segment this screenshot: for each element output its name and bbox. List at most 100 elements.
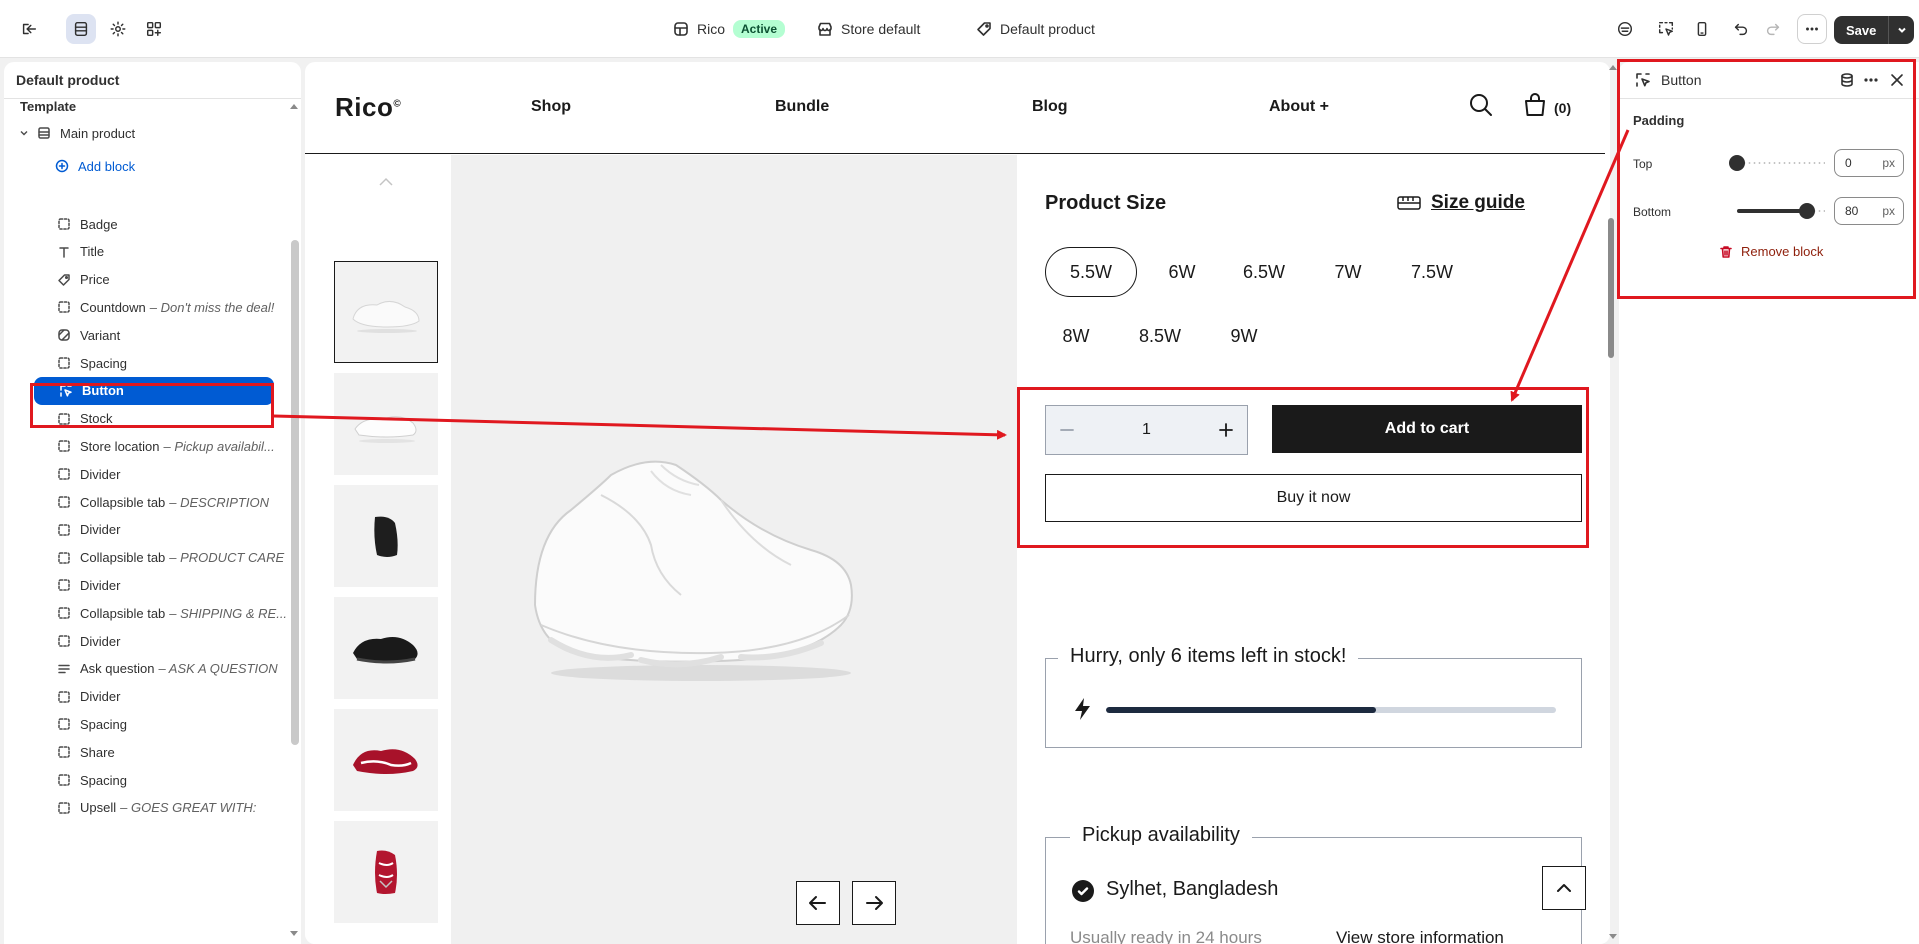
sidebar-item-spacing[interactable]: Spacing xyxy=(4,766,286,794)
sidebar-item-spacing[interactable]: Spacing xyxy=(4,710,286,738)
template-selector[interactable]: Default product xyxy=(976,0,1095,58)
sidebar-item-subtitle: – GOES GREAT WITH: xyxy=(120,800,257,816)
check-circle-icon xyxy=(1072,880,1094,902)
next-image-button[interactable] xyxy=(852,881,896,925)
sidebar-item-label: Divider xyxy=(80,577,121,593)
sidebar-group-main-product[interactable]: Main product xyxy=(4,119,286,147)
sidebar-item-label: Spacing xyxy=(80,716,127,732)
annotation-box-settings-panel xyxy=(1617,59,1916,299)
size-option[interactable]: 9W xyxy=(1213,311,1275,361)
mobile-icon[interactable] xyxy=(1687,14,1717,44)
sidebar-item-share[interactable]: Share xyxy=(4,738,286,766)
thumbnail-2[interactable] xyxy=(334,373,438,475)
sidebar-item-divider[interactable]: Divider xyxy=(4,683,286,711)
prev-image-button[interactable] xyxy=(796,881,840,925)
dashed-square-icon xyxy=(56,494,72,510)
product-main-image[interactable] xyxy=(451,155,1017,944)
search-icon[interactable] xyxy=(1468,92,1494,121)
size-guide-link[interactable]: Size guide xyxy=(1397,192,1525,214)
nav-blog[interactable]: Blog xyxy=(1032,98,1068,116)
size-option[interactable]: 7.5W xyxy=(1391,247,1473,297)
chevron-up-icon xyxy=(1557,884,1571,892)
sidebar-item-subtitle: – PRODUCT CARE xyxy=(169,550,285,566)
dashed-square-icon xyxy=(56,772,72,788)
dashed-square-icon xyxy=(56,744,72,760)
sidebar-item-badge[interactable]: Badge xyxy=(4,210,286,238)
chevron-up-icon[interactable] xyxy=(378,175,394,186)
sidebar-item-subtitle: – Pickup availabil... xyxy=(163,438,275,454)
thumbnail-1[interactable] xyxy=(334,261,438,363)
select-cursor-icon[interactable] xyxy=(1651,14,1681,44)
layout-icon xyxy=(674,22,688,36)
sidebar-item-divider[interactable]: Divider xyxy=(4,627,286,655)
theme-name: Rico xyxy=(697,21,726,37)
sidebar-item-collapsible-tab[interactable]: Collapsible tab – DESCRIPTION xyxy=(4,488,286,516)
size-option[interactable]: 8.5W xyxy=(1119,311,1201,361)
sidebar-title: Default product xyxy=(16,72,120,88)
store-header: Rico© Shop Bundle Blog About + (0) xyxy=(305,62,1605,154)
cart-count: (0) xyxy=(1554,100,1572,116)
size-option[interactable]: 6.5W xyxy=(1223,247,1305,297)
white-sneaker-image xyxy=(352,301,420,333)
sidebar-item-collapsible-tab[interactable]: Collapsible tab – SHIPPING & RE... xyxy=(4,599,286,627)
preview-scrollbar[interactable] xyxy=(1608,218,1614,358)
preview-scroll-down-icon[interactable] xyxy=(1608,932,1618,942)
save-button[interactable]: Save xyxy=(1834,16,1889,44)
nav-about[interactable]: About + xyxy=(1269,98,1329,116)
scroll-up-icon[interactable] xyxy=(289,102,299,110)
more-icon[interactable] xyxy=(1797,14,1827,44)
thumbnail-5[interactable] xyxy=(334,709,438,811)
dashed-square-icon xyxy=(56,355,72,371)
sidebar-item-price[interactable]: Price xyxy=(4,266,286,294)
sidebar-item-divider[interactable]: Divider xyxy=(4,516,286,544)
sidebar-item-store-location[interactable]: Store location – Pickup availabil... xyxy=(4,432,286,460)
back-to-top-button[interactable] xyxy=(1542,866,1586,910)
sidebar-item-collapsible-tab[interactable]: Collapsible tab – PRODUCT CARE xyxy=(4,544,286,572)
save-options-button[interactable] xyxy=(1888,16,1915,44)
dashed-square-icon xyxy=(56,216,72,232)
sections-icon[interactable] xyxy=(66,14,96,44)
size-option[interactable]: 7W xyxy=(1317,247,1379,297)
exit-icon[interactable] xyxy=(14,14,44,44)
sidebar-item-label: Badge xyxy=(80,216,118,232)
add-block-button[interactable]: Add block xyxy=(4,152,286,180)
scroll-down-icon[interactable] xyxy=(289,930,299,938)
pickup-box: Pickup availability Sylhet, Bangladesh U… xyxy=(1045,824,1582,944)
apps-icon[interactable] xyxy=(139,14,169,44)
stock-box: Hurry, only 6 items left in stock! xyxy=(1045,645,1582,748)
size-option[interactable]: 5.5W xyxy=(1045,247,1137,297)
redo-icon[interactable] xyxy=(1758,14,1788,44)
sidebar-item-ask-question[interactable]: Ask question – ASK A QUESTION xyxy=(4,655,286,683)
status-badge: Active xyxy=(733,20,786,38)
thumbnail-4[interactable] xyxy=(334,597,438,699)
size-option[interactable]: 8W xyxy=(1045,311,1107,361)
store-name: Store default xyxy=(841,21,921,37)
chevron-down-icon[interactable] xyxy=(378,877,394,889)
thumbnail-3[interactable] xyxy=(334,485,438,587)
store-selector[interactable]: Store default xyxy=(817,0,920,58)
dashed-square-icon xyxy=(56,689,72,705)
variant-icon xyxy=(56,327,72,343)
sidebar-item-variant[interactable]: Variant xyxy=(4,321,286,349)
sidebar-item-upsell[interactable]: Upsell – GOES GREAT WITH: xyxy=(4,794,286,822)
editor-topbar: Rico Active Store default Default produc… xyxy=(0,0,1919,58)
sidebar-item-countdown[interactable]: Countdown – Don't miss the deal! xyxy=(4,293,286,321)
inspector-icon[interactable] xyxy=(1610,14,1640,44)
nav-shop[interactable]: Shop xyxy=(531,98,571,116)
sidebar-item-spacing[interactable]: Spacing xyxy=(4,349,286,377)
sidebar-item-title[interactable]: Title xyxy=(4,238,286,266)
view-store-link[interactable]: View store information xyxy=(1336,928,1504,944)
nav-bundle[interactable]: Bundle xyxy=(775,98,829,116)
size-option[interactable]: 6W xyxy=(1151,247,1213,297)
sidebar-item-divider[interactable]: Divider xyxy=(4,571,286,599)
thumbnail-6[interactable] xyxy=(334,821,438,923)
theme-selector[interactable]: Rico Active xyxy=(673,0,786,58)
sidebar-scrollbar[interactable] xyxy=(291,240,299,745)
sidebar-item-divider[interactable]: Divider xyxy=(4,460,286,488)
gear-icon[interactable] xyxy=(103,14,133,44)
cart-icon[interactable] xyxy=(1522,92,1548,121)
template-name: Default product xyxy=(1000,21,1095,37)
chevron-down-icon xyxy=(20,131,28,136)
undo-icon[interactable] xyxy=(1726,14,1756,44)
store-logo[interactable]: Rico© xyxy=(335,92,401,123)
